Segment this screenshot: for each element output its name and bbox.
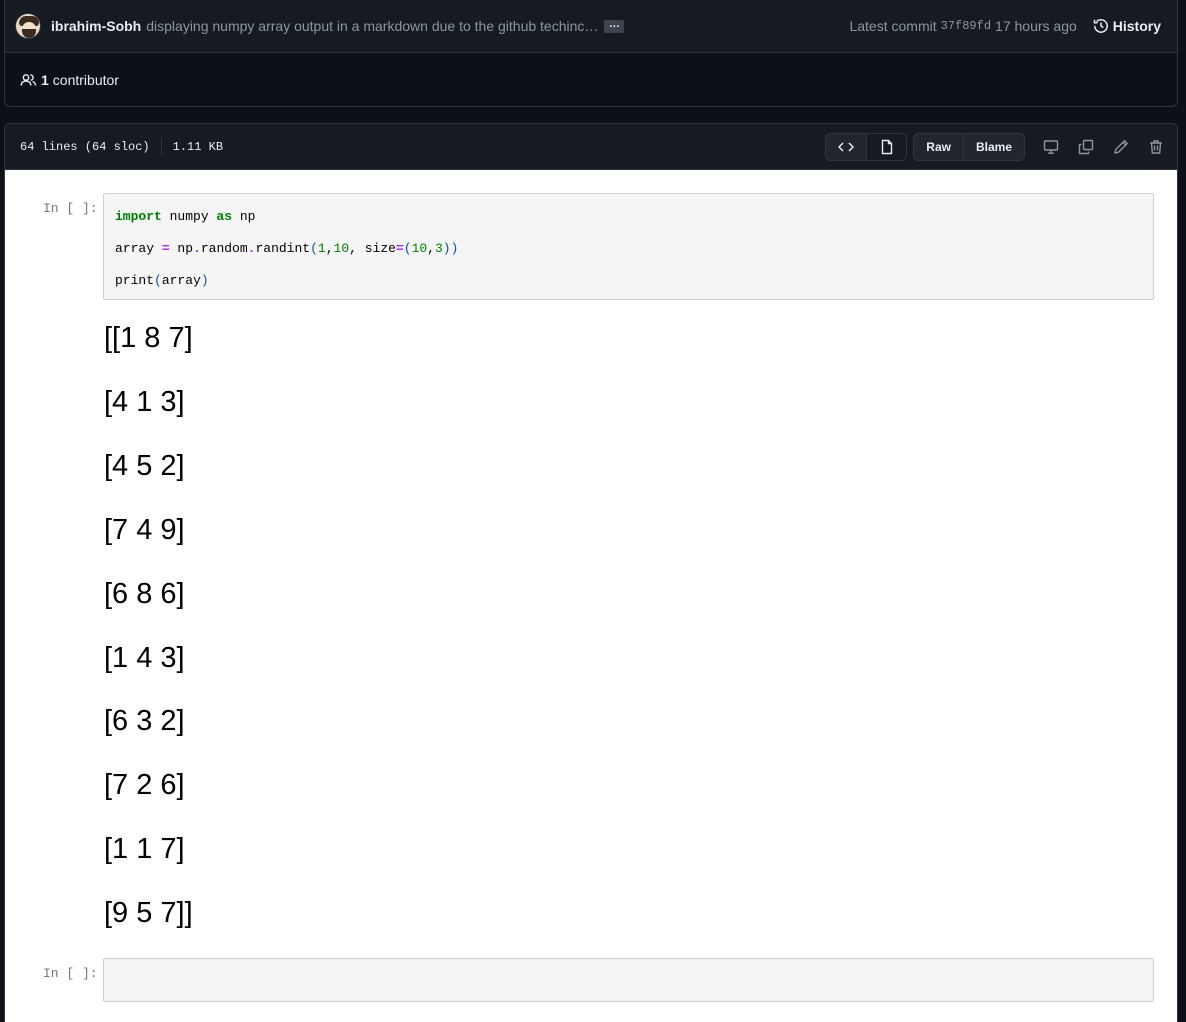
file-actions	[1033, 133, 1173, 161]
input-prompt: In [ ]:	[43, 201, 98, 216]
desktop-icon	[1043, 139, 1059, 154]
empty-code-cell[interactable]	[103, 958, 1154, 1002]
code-line: array = np.random.randint(1,10, size=(10…	[115, 241, 459, 256]
author-avatar[interactable]	[15, 13, 41, 39]
output-line: [6 8 6]	[104, 578, 185, 610]
output-line: [1 1 7]	[104, 833, 185, 865]
file-size: 1.11 KB	[172, 139, 224, 154]
raw-blame-group: Raw Blame	[913, 132, 1025, 161]
notebook-render: In [ ]: import numpy as np array = np.ra…	[5, 170, 1177, 1022]
output-line: [7 2 6]	[104, 769, 185, 801]
output-line: [6 3 2]	[104, 705, 185, 737]
delete-button[interactable]	[1139, 133, 1173, 161]
commit-message-link[interactable]: displaying numpy array output in a markd…	[146, 18, 598, 34]
output-line: [7 4 9]	[104, 514, 185, 546]
history-label: History	[1112, 18, 1161, 34]
file-header: 64 lines (64 sloc) 1.11 KB Raw Blame	[5, 124, 1177, 170]
pencil-icon	[1114, 139, 1129, 154]
copy-button[interactable]	[1069, 133, 1103, 161]
contributors-row[interactable]: 1 contributor	[5, 53, 1177, 106]
file-lines-info: 64 lines (64 sloc)	[20, 139, 150, 154]
divider	[160, 137, 162, 156]
output-line: [1 4 3]	[104, 642, 185, 674]
commit-sha-link[interactable]: 37f89fd	[941, 19, 991, 33]
edit-button[interactable]	[1104, 133, 1138, 161]
contributors-count: 1	[41, 71, 49, 88]
input-prompt: In [ ]:	[43, 966, 98, 981]
code-cell[interactable]: import numpy as np array = np.random.ran…	[103, 193, 1154, 300]
latest-commit-label: Latest commit	[849, 18, 937, 34]
latest-commit-row: ibrahim-Sobh displaying numpy array outp…	[5, 0, 1177, 53]
file-icon	[881, 139, 892, 154]
blame-button[interactable]: Blame	[962, 133, 1024, 160]
code-icon	[838, 141, 855, 152]
trash-icon	[1150, 139, 1162, 154]
output-line: [4 5 2]	[104, 450, 185, 482]
contributors-label: contributor	[52, 71, 119, 88]
commit-box: ibrahim-Sobh displaying numpy array outp…	[4, 0, 1178, 107]
output-line: [[1 8 7]	[104, 322, 193, 354]
raw-button[interactable]: Raw	[914, 134, 963, 160]
desktop-button[interactable]	[1034, 133, 1068, 161]
expand-commit-message-button[interactable]: …	[604, 18, 625, 33]
people-icon	[20, 73, 37, 86]
view-mode-toggle	[825, 132, 908, 161]
commit-time: 17 hours ago	[995, 18, 1077, 34]
history-icon	[1093, 19, 1108, 33]
output-line: [4 1 3]	[104, 386, 185, 418]
code-view-button[interactable]	[826, 133, 867, 160]
preview-view-button[interactable]	[866, 133, 907, 160]
code-line: import numpy as np	[115, 209, 256, 224]
code-line: print(array)	[115, 273, 209, 288]
file-view: 64 lines (64 sloc) 1.11 KB Raw Blame In …	[4, 123, 1178, 1022]
history-button[interactable]: History	[1093, 18, 1161, 34]
output-line: [9 5 7]]	[104, 897, 193, 929]
commit-author-link[interactable]: ibrahim-Sobh	[51, 18, 141, 34]
copy-icon	[1078, 139, 1094, 154]
